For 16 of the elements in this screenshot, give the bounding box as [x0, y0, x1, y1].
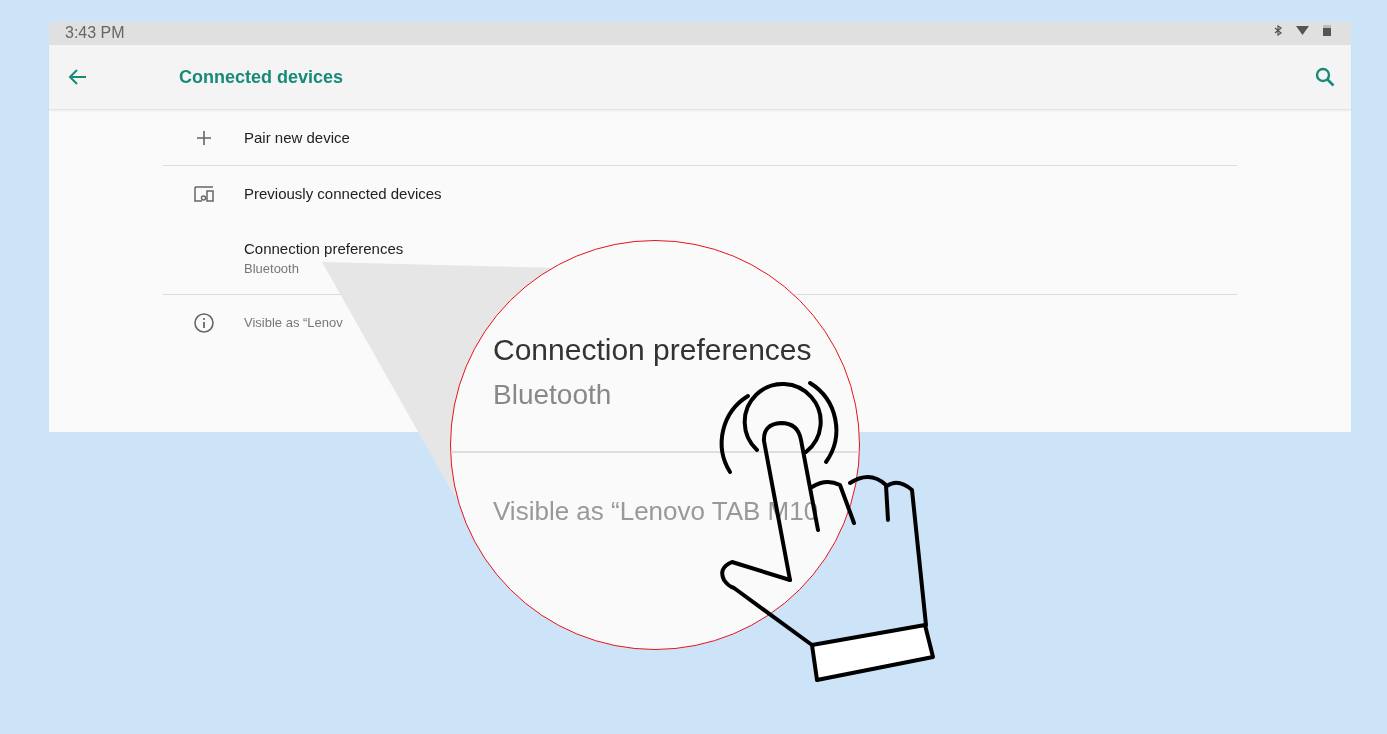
devices-icon: [191, 185, 216, 202]
zoomed-summary: Bluetooth: [493, 379, 612, 411]
search-icon[interactable]: [1313, 65, 1337, 89]
battery-icon: [1323, 25, 1331, 36]
wifi-icon: [1296, 26, 1309, 35]
plus-icon: [195, 129, 212, 146]
item-text: Visible as “Lenov: [244, 315, 343, 330]
item-summary: Bluetooth: [244, 260, 300, 276]
item-title: Previously connected devices: [244, 185, 442, 202]
info-icon: [192, 311, 215, 334]
bluetooth-icon: [1274, 25, 1282, 36]
zoomed-title: Connection preferences: [493, 333, 812, 367]
screen-title: Connected devices: [179, 66, 345, 88]
status-time: 3:43 PM: [65, 23, 125, 43]
item-title: Connection preferences: [244, 239, 404, 257]
item-title: Pair new device: [244, 129, 350, 146]
